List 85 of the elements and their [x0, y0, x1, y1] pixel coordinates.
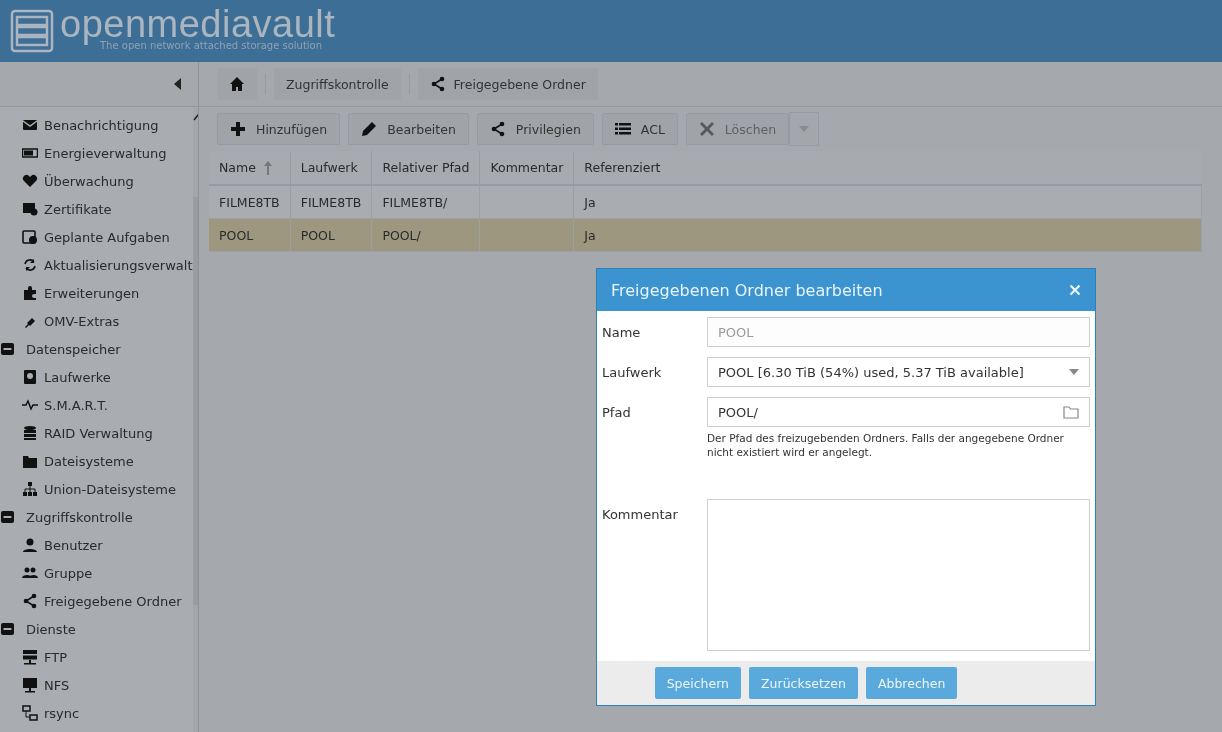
sort-arrow-icon — [263, 160, 272, 175]
breadcrumb-item[interactable]: Zugriffskontrolle — [274, 68, 401, 100]
folder-icon — [22, 453, 38, 469]
monitor-icon — [22, 677, 38, 693]
sidebar-item[interactable]: Zertifikate — [44, 201, 112, 217]
drive-select[interactable]: POOL [6.30 TiB (54%) used, 5.37 TiB available] — [707, 357, 1090, 387]
sidebar-item[interactable]: FTP — [44, 649, 68, 665]
home-button[interactable] — [217, 68, 257, 100]
table-cell: POOL — [290, 218, 372, 252]
table-cell: POOL/ — [371, 218, 480, 252]
column-header[interactable]: Kommentar — [479, 151, 574, 185]
collapse-arrow-icon[interactable] — [174, 78, 182, 90]
breadcrumb-item[interactable]: Freigegebene Ordner — [417, 68, 598, 100]
sidebar-item[interactable]: Freigegebene Ordner — [44, 593, 182, 609]
calendar-clock-icon — [22, 229, 38, 245]
caret-icon — [799, 126, 810, 132]
table-cell: Ja — [573, 185, 1202, 219]
field-label: Name — [602, 324, 642, 342]
table-cell: FILME8TB — [290, 185, 372, 219]
toolbar-button[interactable]: ACL — [601, 113, 678, 145]
table-cell: POOL — [209, 218, 291, 252]
sidebar-item[interactable]: Gruppe — [44, 565, 93, 581]
field-hint: Der Pfad des freizugebenden Ordners. Falls der angegebene Ordner nicht existiert wird er angelegt. — [707, 431, 1065, 459]
share-icon — [22, 593, 38, 609]
comment-field[interactable] — [707, 499, 1090, 651]
sidebar-item[interactable]: Erweiterungen — [44, 285, 140, 301]
server-icon — [22, 649, 38, 665]
sidebar-group[interactable]: Datenspeicher — [26, 341, 121, 357]
sidebar-group[interactable]: Zugriffskontrolle — [26, 509, 133, 525]
sitemap-icon — [22, 481, 38, 497]
sidebar-item[interactable]: OMV-Extras — [44, 313, 120, 329]
folder-icon[interactable] — [1063, 405, 1079, 419]
field-label: Kommentar — [602, 506, 679, 524]
share-icon — [429, 76, 446, 92]
sidebar-item[interactable]: Dateisysteme — [44, 453, 134, 469]
sidebar-group[interactable]: Dienste — [26, 621, 76, 637]
column-header[interactable]: Name — [209, 151, 291, 185]
sidebar-item[interactable]: Benutzer — [44, 537, 103, 553]
close-icon[interactable] — [1069, 284, 1081, 296]
database-icon — [22, 425, 38, 441]
path-field[interactable]: POOL/ — [707, 397, 1090, 427]
column-header[interactable]: Laufwerk — [290, 151, 372, 185]
sidebar-item[interactable]: S.M.A.R.T. — [44, 397, 108, 413]
sidebar-item[interactable]: Aktualisierungsverwalt — [44, 257, 193, 273]
table-cell: FILME8TB/ — [371, 185, 480, 219]
user-icon — [22, 537, 38, 553]
app-logo: openmediavault — [60, 5, 336, 43]
column-header[interactable]: Referenziert — [573, 151, 1202, 185]
network-icon — [22, 705, 38, 721]
sidebar-item[interactable]: NFS — [44, 677, 70, 693]
toolbar-button[interactable]: Privilegien — [476, 113, 594, 145]
field-label: Laufwerk — [602, 364, 663, 382]
toolbar-button[interactable]: Hinzufügen — [217, 113, 341, 145]
sidebar-item[interactable]: rsync — [44, 705, 80, 721]
heart-pulse-icon — [22, 173, 38, 189]
close-icon — [698, 121, 715, 137]
table-cell: FILME8TB — [209, 185, 291, 219]
refresh-icon — [22, 257, 38, 273]
toolbar-button[interactable]: Bearbeiten — [348, 113, 469, 145]
pulse-icon — [22, 397, 38, 413]
pencil-icon — [361, 121, 378, 137]
battery-icon — [22, 145, 38, 161]
users-icon — [22, 565, 38, 581]
sidebar-item[interactable]: Energieverwaltung — [44, 145, 167, 161]
server-logo-icon — [10, 9, 54, 53]
sidebar-item[interactable]: RAID Verwaltung — [44, 425, 153, 441]
sidebar-item[interactable]: Laufwerke — [44, 369, 111, 385]
table-cell: Ja — [573, 218, 1202, 252]
collapse-icon[interactable] — [0, 621, 16, 637]
envelope-icon — [22, 117, 38, 133]
plus-icon — [230, 121, 246, 137]
dialog-title: Freigegebenen Ordner bearbeiten — [611, 280, 883, 300]
sidebar-item[interactable]: Geplante Aufgaben — [44, 229, 170, 245]
field-label: Pfad — [602, 404, 632, 422]
sidebar-item[interactable]: Benachrichtigung — [44, 117, 159, 133]
share-icon — [489, 121, 506, 137]
collapse-icon[interactable] — [0, 341, 16, 357]
puzzle-icon — [22, 285, 38, 301]
sidebar-item[interactable]: Union-Dateisysteme — [44, 481, 176, 497]
caret-icon — [1069, 369, 1079, 375]
list-icon — [614, 121, 631, 137]
home-icon — [229, 76, 245, 92]
column-header[interactable]: Relativer Pfad — [371, 151, 480, 185]
collapse-icon[interactable] — [0, 509, 16, 525]
sidebar-item[interactable]: Überwachung — [44, 173, 134, 189]
